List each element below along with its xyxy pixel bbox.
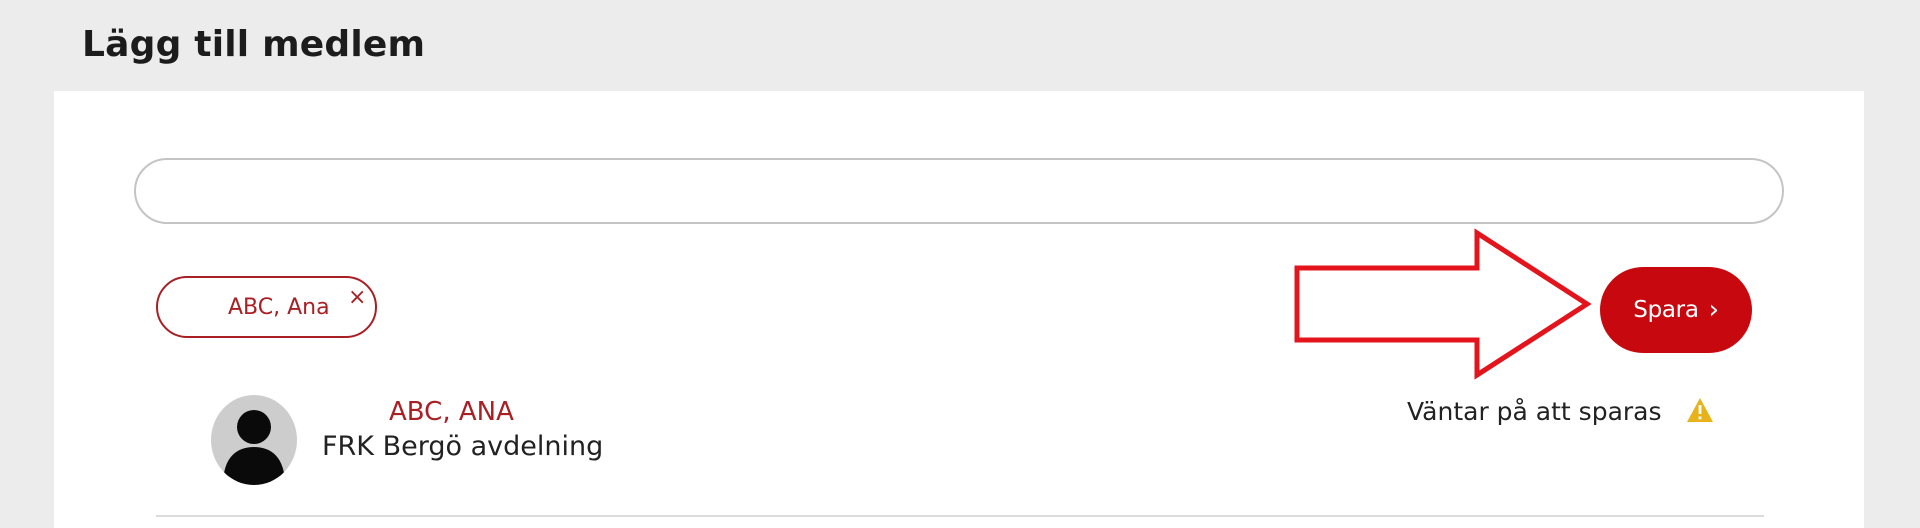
chevron-right-icon: › (1708, 295, 1719, 325)
warning-icon (1687, 398, 1713, 422)
avatar (211, 395, 297, 485)
row-divider (156, 515, 1764, 517)
person-icon (223, 410, 285, 485)
chip-remove-icon[interactable]: × (348, 285, 366, 310)
chip-label: ABC, Ana (228, 295, 330, 320)
selected-member-chip[interactable]: ABC, Ana × (156, 276, 377, 338)
add-member-card: ABC, Ana × Spara › ABC, ANA FRK Bergö av… (54, 91, 1864, 528)
member-organization: FRK Bergö avdelning (322, 431, 604, 462)
member-search-input[interactable] (134, 158, 1784, 224)
member-name: ABC, ANA (389, 397, 514, 427)
page-title: Lägg till medlem (82, 24, 426, 65)
save-button[interactable]: Spara › (1600, 267, 1752, 353)
save-status-text: Väntar på att sparas (1407, 397, 1662, 426)
save-button-label: Spara (1633, 297, 1699, 323)
annotation-arrow-icon (1294, 228, 1592, 380)
